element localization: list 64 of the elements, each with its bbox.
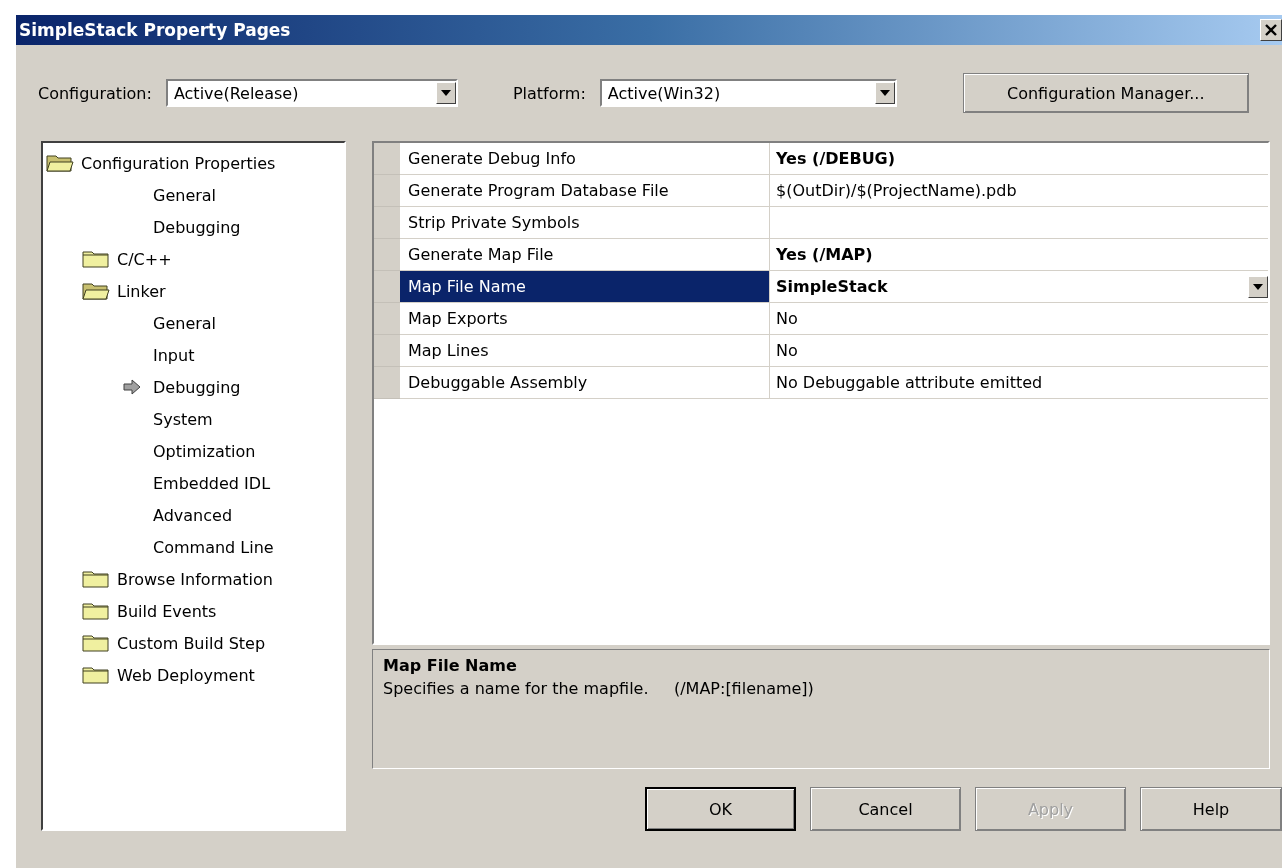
dropdown-arrow-icon xyxy=(1253,283,1263,290)
tree-item[interactable]: Custom Build Step xyxy=(117,633,266,653)
folder-icon xyxy=(82,633,110,653)
property-value[interactable]: No xyxy=(770,335,1268,367)
property-value[interactable]: Yes (/MAP) xyxy=(770,239,1268,271)
tree-item[interactable]: Browse Information xyxy=(117,569,273,589)
close-icon xyxy=(1265,24,1277,36)
configuration-dropdown[interactable]: Active(Release) xyxy=(165,79,458,107)
tree-item[interactable]: C/C++ xyxy=(117,249,172,269)
row-header xyxy=(374,207,400,239)
window-title: SimpleStack Property Pages xyxy=(19,20,291,40)
tree-item[interactable]: Debugging xyxy=(153,377,241,397)
tree-item[interactable]: Linker xyxy=(117,281,166,301)
property-name[interactable]: Map File Name xyxy=(400,271,770,303)
property-name[interactable]: Strip Private Symbols xyxy=(400,207,770,239)
tree-item[interactable]: Configuration Properties xyxy=(81,153,276,173)
configuration-manager-button[interactable]: Configuration Manager... xyxy=(962,73,1249,113)
description-title: Map File Name xyxy=(383,655,518,675)
row-header xyxy=(374,303,400,335)
property-value[interactable]: No Debuggable attribute emitted xyxy=(770,367,1268,399)
platform-label: Platform: xyxy=(512,83,586,103)
folder-icon xyxy=(82,665,110,685)
close-button[interactable] xyxy=(1260,19,1282,41)
tree-item[interactable]: Optimization xyxy=(153,441,256,461)
tree-item[interactable]: Command Line xyxy=(153,537,274,557)
property-value[interactable]: SimpleStack xyxy=(770,271,1268,303)
property-name[interactable]: Generate Map File xyxy=(400,239,770,271)
tree-item[interactable]: System xyxy=(153,409,213,429)
row-header xyxy=(374,367,400,399)
folder-icon xyxy=(82,249,110,269)
open-folder-icon xyxy=(46,153,74,173)
row-header xyxy=(374,335,400,367)
configuration-label: Configuration: xyxy=(38,83,152,103)
property-name[interactable]: Generate Debug Info xyxy=(400,143,770,175)
row-header xyxy=(374,239,400,271)
dialog-button[interactable]: Help xyxy=(1140,787,1282,831)
platform-dropdown[interactable]: Active(Win32) xyxy=(599,79,897,107)
dropdown-arrow-icon xyxy=(440,90,451,96)
folder-icon xyxy=(82,601,110,621)
property-name[interactable]: Map Lines xyxy=(400,335,770,367)
open-folder-icon xyxy=(82,281,110,301)
property-name[interactable]: Debuggable Assembly xyxy=(400,367,770,399)
folder-icon xyxy=(82,569,110,589)
tree-item[interactable]: Embedded IDL xyxy=(153,473,271,493)
tree-item[interactable]: Advanced xyxy=(153,505,233,525)
tree-item[interactable]: Input xyxy=(153,345,195,365)
tree-item[interactable]: Web Deployment xyxy=(117,665,255,685)
tree-item[interactable]: Debugging xyxy=(153,217,241,237)
property-value[interactable]: No xyxy=(770,303,1268,335)
property-value[interactable]: Yes (/DEBUG) xyxy=(770,143,1268,175)
description-text: Specifies a name for the mapfile. (/MAP:[filename]) xyxy=(383,678,815,698)
dialog-button[interactable]: OK xyxy=(645,787,796,831)
row-header xyxy=(374,143,400,175)
dialog-button[interactable]: Cancel xyxy=(810,787,961,831)
row-header xyxy=(374,271,400,303)
property-name[interactable]: Generate Program Database File xyxy=(400,175,770,207)
tree-item[interactable]: Build Events xyxy=(117,601,217,621)
dropdown-button[interactable] xyxy=(1248,275,1268,298)
tree-item[interactable]: General xyxy=(153,185,217,205)
row-header xyxy=(374,175,400,207)
property-value[interactable]: $(OutDir)/$(ProjectName).pdb xyxy=(770,175,1268,207)
tree-item[interactable]: General xyxy=(153,313,217,333)
property-name[interactable]: Map Exports xyxy=(400,303,770,335)
dropdown-arrow-icon xyxy=(879,90,890,96)
